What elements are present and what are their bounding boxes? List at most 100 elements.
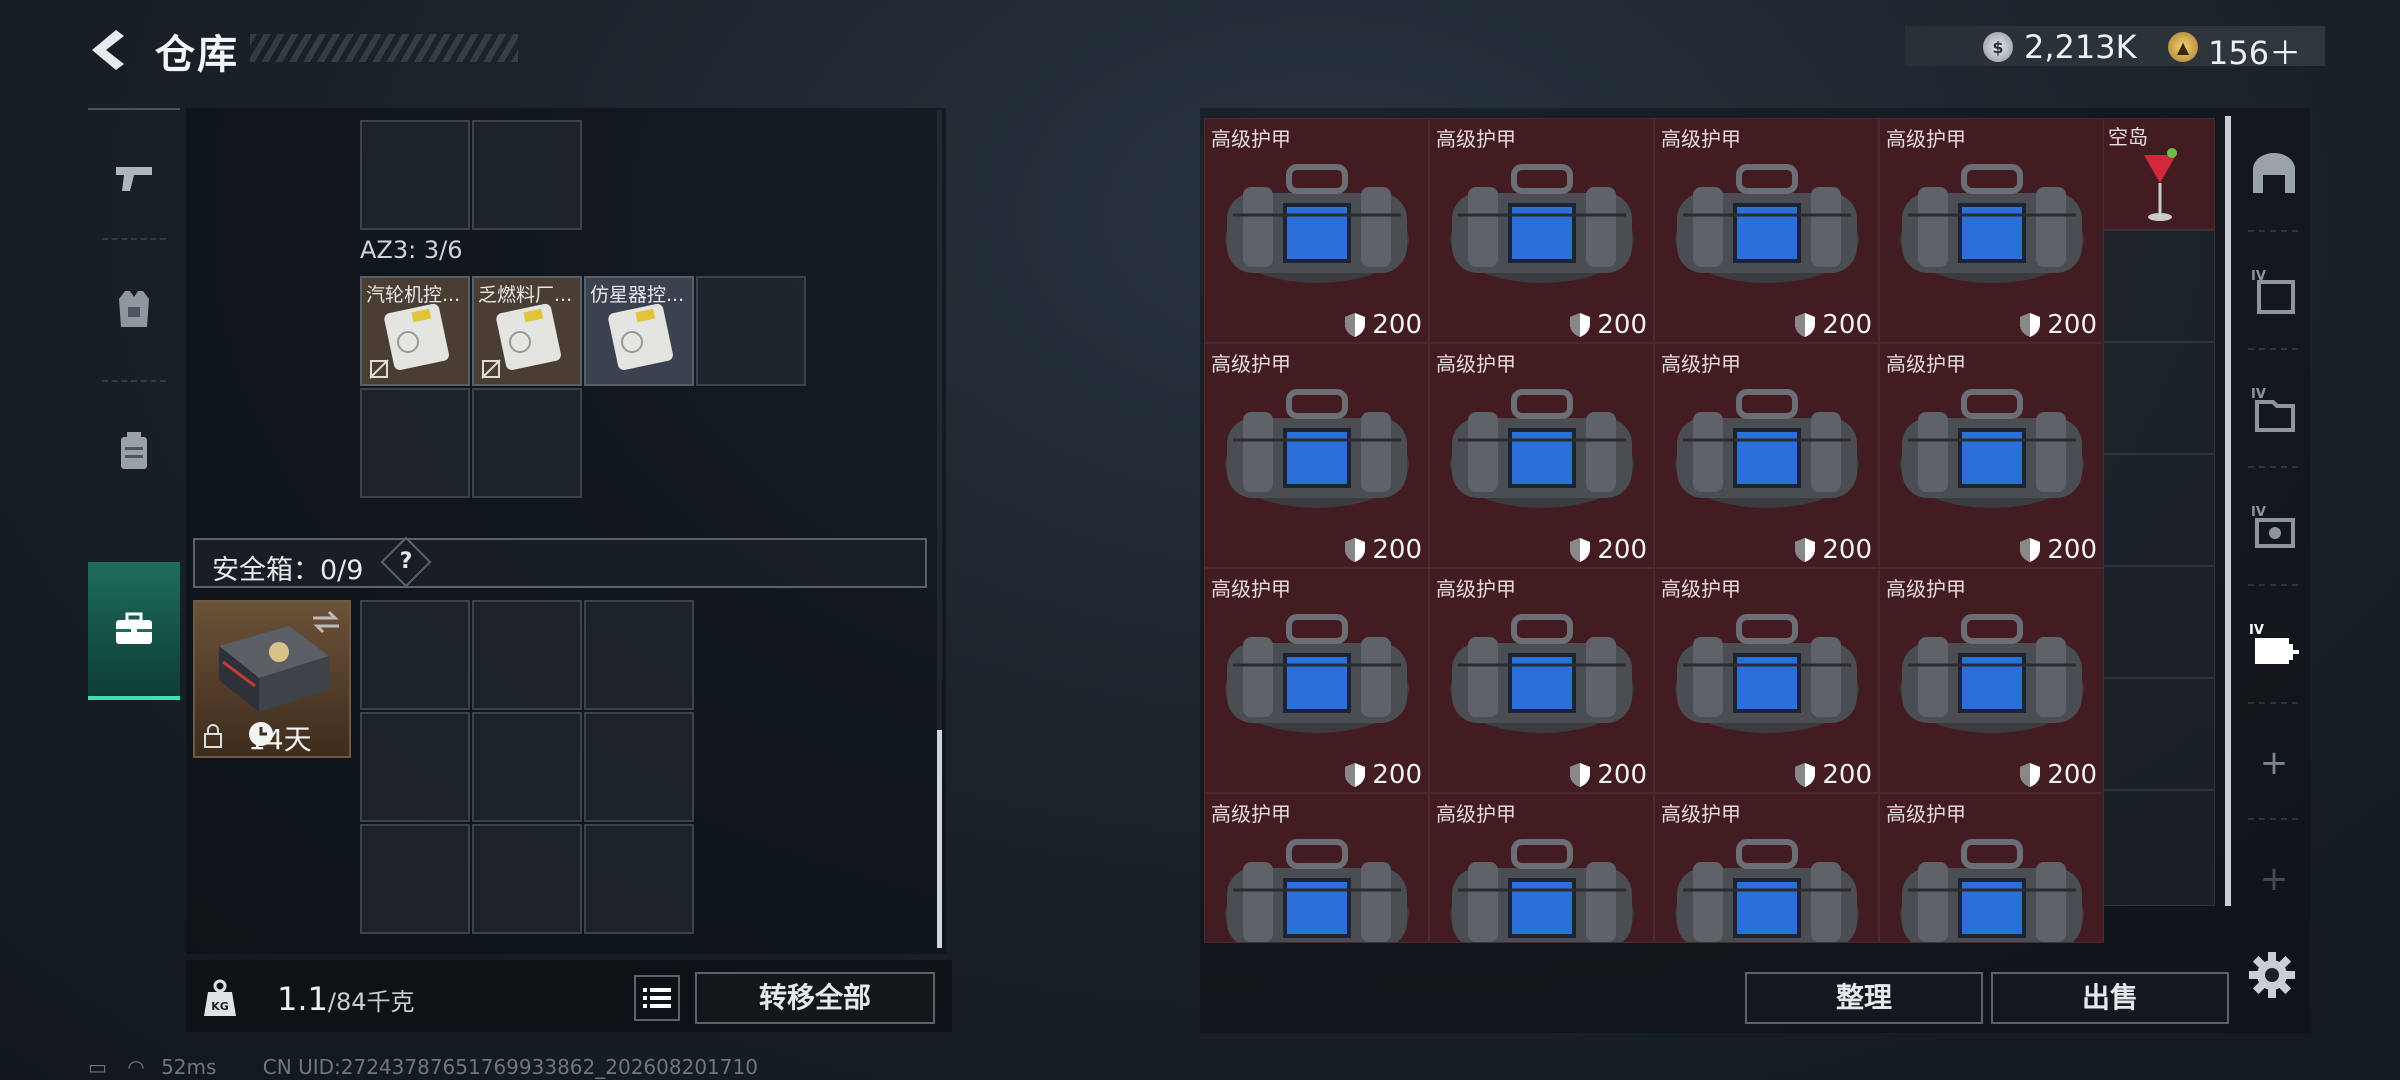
- armor-item[interactable]: 高级护甲 200: [1429, 118, 1654, 343]
- armor-bag-icon: [1675, 389, 1859, 508]
- armor-bag-icon: [1450, 389, 1634, 508]
- durability-value: 200: [1597, 310, 1647, 340]
- item-name: 高级护甲: [1661, 127, 1741, 151]
- armor-bag-icon: [1450, 614, 1634, 733]
- item-name: 高级护甲: [1661, 577, 1741, 601]
- armor-item[interactable]: 高级护甲: [1429, 793, 1654, 943]
- durability-value: 200: [1372, 310, 1422, 340]
- item-control-card-3[interactable]: 仿星器控...: [584, 276, 694, 386]
- warehouse-slot[interactable]: [2103, 790, 2215, 906]
- settings-gear-icon[interactable]: [2247, 950, 2297, 1000]
- armor-item[interactable]: 高级护甲 200: [1204, 118, 1429, 343]
- warehouse-slot[interactable]: [2103, 454, 2215, 566]
- svg-text:IV: IV: [2251, 505, 2266, 520]
- durability-value: 200: [1372, 535, 1422, 565]
- durability: 200: [1794, 760, 1872, 790]
- gold-amount[interactable]: 156＋: [2208, 28, 2301, 74]
- shield-icon: [1570, 313, 1591, 337]
- tab-armor[interactable]: [88, 250, 180, 368]
- armor-bag-icon: [1900, 839, 2084, 942]
- gold-coin-icon[interactable]: ▲: [2168, 32, 2198, 62]
- tab-iv-add[interactable]: IV: [2238, 590, 2310, 700]
- item-name: 高级护甲: [1886, 802, 1966, 826]
- swap-icon: [313, 610, 339, 634]
- armor-item[interactable]: 高级护甲: [1204, 793, 1429, 943]
- armor-item[interactable]: 高级护甲 200: [1654, 343, 1879, 568]
- armor-item[interactable]: 高级护甲 200: [1879, 568, 2104, 793]
- durability-value: 200: [2047, 535, 2097, 565]
- storage-slot[interactable]: [360, 120, 470, 230]
- item-control-card-2[interactable]: 乏燃料厂...: [472, 276, 582, 386]
- list-view-button[interactable]: [634, 975, 680, 1021]
- item-name: 汽轮机控...: [366, 284, 461, 306]
- storage-slot[interactable]: [472, 388, 582, 498]
- svg-text:IV: IV: [2251, 387, 2266, 402]
- plus-icon: +: [2259, 859, 2289, 899]
- item-name: 高级护甲: [1436, 802, 1516, 826]
- safebox-slot[interactable]: [584, 824, 694, 934]
- armor-item[interactable]: 高级护甲 200: [1654, 568, 1879, 793]
- armor-item[interactable]: 高级护甲 200: [1429, 343, 1654, 568]
- item-sky-island[interactable]: 空岛: [2103, 118, 2215, 230]
- sort-button[interactable]: 整理: [1745, 972, 1983, 1024]
- container-capacity-label: AZ3: 3/6: [360, 236, 463, 264]
- back-button[interactable]: [86, 26, 134, 74]
- armor-item[interactable]: 高级护甲 200: [1654, 118, 1879, 343]
- storage-slot[interactable]: [472, 120, 582, 230]
- armor-item[interactable]: 高级护甲 200: [1429, 568, 1654, 793]
- armor-item[interactable]: 高级护甲: [1879, 793, 2104, 943]
- item-control-card-1[interactable]: 汽轮机控...: [360, 276, 470, 386]
- durability: 200: [1569, 310, 1647, 340]
- safebox-slot[interactable]: [472, 824, 582, 934]
- shield-icon: [1795, 313, 1816, 337]
- tab-iv-storage[interactable]: IV: [2238, 354, 2310, 464]
- warehouse-slot[interactable]: [2103, 230, 2215, 342]
- tab-weapons[interactable]: [88, 120, 180, 238]
- tab-iv-gear[interactable]: IV: [2238, 236, 2310, 346]
- item-name: 高级护甲: [1436, 577, 1516, 601]
- cocktail-icon: [2144, 148, 2177, 221]
- warehouse-tab-bar: IV IV IV IV + +: [2238, 108, 2310, 928]
- shield-icon: [2020, 538, 2041, 562]
- warehouse-slot[interactable]: [2103, 342, 2215, 454]
- armor-item[interactable]: 高级护甲 200: [1204, 568, 1429, 793]
- armor-item[interactable]: 高级护甲: [1654, 793, 1879, 943]
- pistol-icon: [116, 167, 152, 191]
- armor-item[interactable]: 高级护甲 200: [1879, 343, 2104, 568]
- armor-item[interactable]: 高级护甲 200: [1879, 118, 2104, 343]
- armor-item[interactable]: 高级护甲 200: [1204, 343, 1429, 568]
- item-name: 高级护甲: [1886, 127, 1966, 151]
- safebox-slot[interactable]: [584, 600, 694, 710]
- warehouse-scrollbar[interactable]: [2225, 116, 2231, 906]
- durability-value: 200: [2047, 760, 2097, 790]
- tab-all[interactable]: [2238, 118, 2310, 228]
- tab-iv-special[interactable]: IV: [2238, 472, 2310, 582]
- tab-safebox[interactable]: [88, 562, 180, 700]
- iv-container-icon: IV: [2251, 269, 2295, 314]
- durability-value: 200: [1822, 310, 1872, 340]
- durability: 200: [1794, 535, 1872, 565]
- transfer-all-button[interactable]: 转移全部: [695, 972, 935, 1024]
- safebox-slot[interactable]: [472, 600, 582, 710]
- add-tab-button[interactable]: +: [2238, 708, 2310, 818]
- durability: 200: [1344, 310, 1422, 340]
- safebox-slot[interactable]: [584, 712, 694, 822]
- item-name: 高级护甲: [1211, 577, 1291, 601]
- sell-button[interactable]: 出售: [1991, 972, 2229, 1024]
- storage-slot[interactable]: [360, 388, 470, 498]
- safebox-slot[interactable]: [360, 712, 470, 822]
- safebox-slot[interactable]: [472, 712, 582, 822]
- item-name: 高级护甲: [1886, 577, 1966, 601]
- durability: 200: [1344, 535, 1422, 565]
- durability-value: 200: [1597, 760, 1647, 790]
- safebox-slot[interactable]: [360, 600, 470, 710]
- warehouse-slot[interactable]: [2103, 678, 2215, 790]
- shield-icon: [2020, 763, 2041, 787]
- left-scrollbar[interactable]: [937, 730, 942, 948]
- question-icon: ?: [399, 549, 413, 574]
- silver-amount: 2,213K: [2024, 28, 2137, 66]
- warehouse-slot[interactable]: [2103, 566, 2215, 678]
- tab-backpack[interactable]: [88, 392, 180, 510]
- storage-slot[interactable]: [696, 276, 806, 386]
- safebox-slot[interactable]: [360, 824, 470, 934]
